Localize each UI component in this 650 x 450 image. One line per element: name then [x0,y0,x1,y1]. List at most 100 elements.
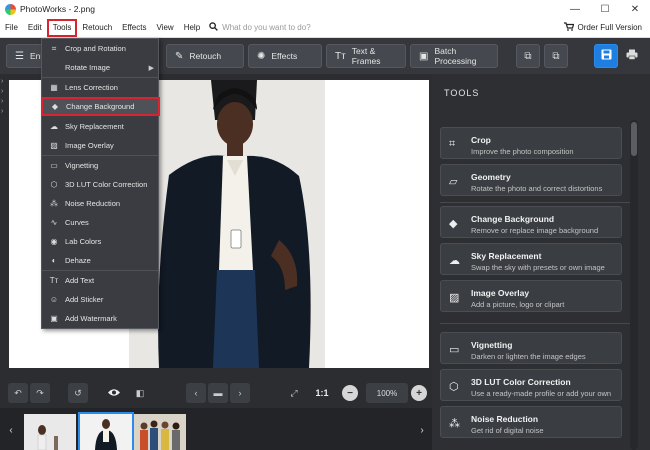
tool-desc: Get rid of digital noise [471,426,544,435]
tool-desc: Remove or replace image background [471,226,599,235]
maximize-button[interactable]: ☐ [590,0,620,18]
menu-effects[interactable]: Effects [117,20,151,36]
tool-title: Noise Reduction [471,414,539,424]
menu-item-dehaze[interactable]: ◐ Dehaze [42,251,158,270]
sky-icon: ☁ [449,255,460,267]
menu-item-change-background[interactable]: ◆ Change Background [41,97,160,116]
compare-after-button[interactable]: ⧉ [544,44,568,68]
effects-tab[interactable]: ✺ Effects [248,44,322,68]
preview-button[interactable] [104,383,124,403]
menu-item-label: Vignetting [65,161,99,170]
order-label: Order Full Version [577,23,642,32]
tool-card-change-background[interactable]: ◆ Change Background Remove or replace im… [440,206,622,238]
search-placeholder: What do you want to do? [222,23,311,32]
tools-scrollbar[interactable] [630,120,638,450]
zoom-out-button[interactable]: − [342,385,358,401]
menu-item-crop-and-rotation[interactable]: ⌗ Crop and Rotation [42,39,158,58]
undo-button[interactable]: ↶ [8,383,28,403]
menu-item-sky-replacement[interactable]: ☁ Sky Replacement [42,117,158,136]
crop-icon: ⌗ [51,43,57,53]
tool-card-sky-replacement[interactable]: ☁ Sky Replacement Swap the sky with pres… [440,243,622,275]
menu-item-vignetting[interactable]: ▭ Vignetting [42,156,158,175]
filmstrip-thumbnail-selected[interactable] [78,412,134,450]
menu-item-add-text[interactable]: Tт Add Text [42,271,158,290]
tool-card-3d-lut[interactable]: ⬡ 3D LUT Color Correction Use a ready-ma… [440,369,622,401]
print-button[interactable] [620,44,644,68]
menu-item-label: Sky Replacement [65,122,124,131]
next-image-button[interactable]: › [230,383,250,403]
menu-item-label: Image Overlay [65,141,114,150]
tool-card-vignetting[interactable]: ▭ Vignetting Darken or lighten the image… [440,332,622,364]
tool-card-crop[interactable]: ⌗ Crop Improve the photo composition [440,127,622,159]
layers-alt-icon: ⧉ [552,50,560,62]
batch-processing-button[interactable]: ▣ Batch Processing [410,44,498,68]
sticker-icon: ☺ [49,295,59,304]
save-button[interactable] [594,44,618,68]
tools-list: ⌗ Crop Improve the photo composition ▱ G… [440,120,630,450]
open-folder-button[interactable]: ▬ [208,383,228,403]
overlay-icon: ▨ [449,292,460,304]
menu-edit[interactable]: Edit [23,20,47,36]
background-icon: ◆ [51,102,59,111]
menu-item-curves[interactable]: ∿ Curves [42,213,158,232]
redo-button[interactable]: ↷ [30,383,50,403]
scrollbar-thumb[interactable] [631,122,637,156]
tool-card-noise-reduction[interactable]: ⁂ Noise Reduction Get rid of digital noi… [440,406,622,438]
effects-label: Effects [271,51,298,61]
menu-item-label: Change Background [66,102,135,111]
menu-item-lens-correction[interactable]: ▦ Lens Correction [42,78,158,97]
close-button[interactable]: ✕ [620,0,650,18]
minimize-button[interactable]: — [560,0,590,18]
menu-file[interactable]: File [0,20,23,36]
tool-card-geometry[interactable]: ▱ Geometry Rotate the photo and correct … [440,164,622,196]
menu-view[interactable]: View [151,20,178,36]
compare-before-button[interactable]: ⧉ [516,44,540,68]
menu-item-add-sticker[interactable]: ☺ Add Sticker [42,290,158,309]
chevron-left-icon: ‹ [194,388,198,398]
tool-desc: Darken or lighten the image edges [471,352,586,361]
undo-icon: ↶ [14,387,22,398]
prev-image-button[interactable]: ‹ [186,383,206,403]
zoom-in-button[interactable]: + [411,385,427,401]
menu-item-3d-lut[interactable]: ⬡ 3D LUT Color Correction [42,175,158,194]
menu-tools[interactable]: Tools [46,18,78,37]
filmstrip-thumbnail[interactable] [24,414,76,450]
menu-item-lab-colors[interactable]: ◉ Lab Colors [42,232,158,251]
chevron-left-icon: ‹ [9,424,13,436]
tool-title: 3D LUT Color Correction [471,377,571,387]
printer-icon [626,49,638,63]
compare-button[interactable]: ◧ [130,383,150,403]
zoom-level[interactable]: 100% [366,383,408,403]
menu-item-label: Rotate Image [65,63,111,72]
order-full-version-link[interactable]: Order Full Version [563,22,642,33]
tools-separator [440,202,630,203]
left-collapse-strip[interactable]: › › › › [0,74,9,374]
tool-card-image-overlay[interactable]: ▨ Image Overlay Add a picture, logo or c… [440,280,622,312]
menu-retouch[interactable]: Retouch [77,20,117,36]
reset-button[interactable]: ↺ [68,383,88,403]
tools-dropdown-menu: ⌗ Crop and Rotation Rotate Image ▶ ▦ Len… [41,38,160,329]
text-frames-tab[interactable]: Tт Text & Frames [326,44,406,68]
lut-icon: ⬡ [449,381,459,393]
search-box[interactable]: What do you want to do? [209,22,311,33]
menu-item-label: Noise Reduction [65,199,121,208]
sliders-icon: ☰ [15,50,24,62]
retouch-tab[interactable]: ✎ Retouch [166,44,244,68]
filmstrip-next-button[interactable]: › [416,416,428,444]
text-frames-label: Text & Frames [351,46,381,66]
menu-item-noise-reduction[interactable]: ⁂ Noise Reduction [42,194,158,213]
watermark-icon: ▣ [50,314,58,323]
menu-item-rotate-image[interactable]: Rotate Image ▶ [42,58,158,77]
fit-to-screen-button[interactable]: ⤢ [284,383,304,403]
folder-icon: ▬ [213,388,223,398]
filmstrip-prev-button[interactable]: ‹ [5,416,17,444]
save-icon [601,49,612,63]
menu-item-add-watermark[interactable]: ▣ Add Watermark [42,309,158,328]
chevron-right-icon: › [1,88,4,95]
menu-item-image-overlay[interactable]: ▨ Image Overlay [42,136,158,155]
actual-size-button[interactable]: 1:1 [310,383,334,403]
redo-icon: ↷ [36,387,44,398]
batch-icon: ▣ [419,50,429,62]
filmstrip-thumbnail[interactable] [134,414,186,450]
menu-help[interactable]: Help [179,20,205,36]
